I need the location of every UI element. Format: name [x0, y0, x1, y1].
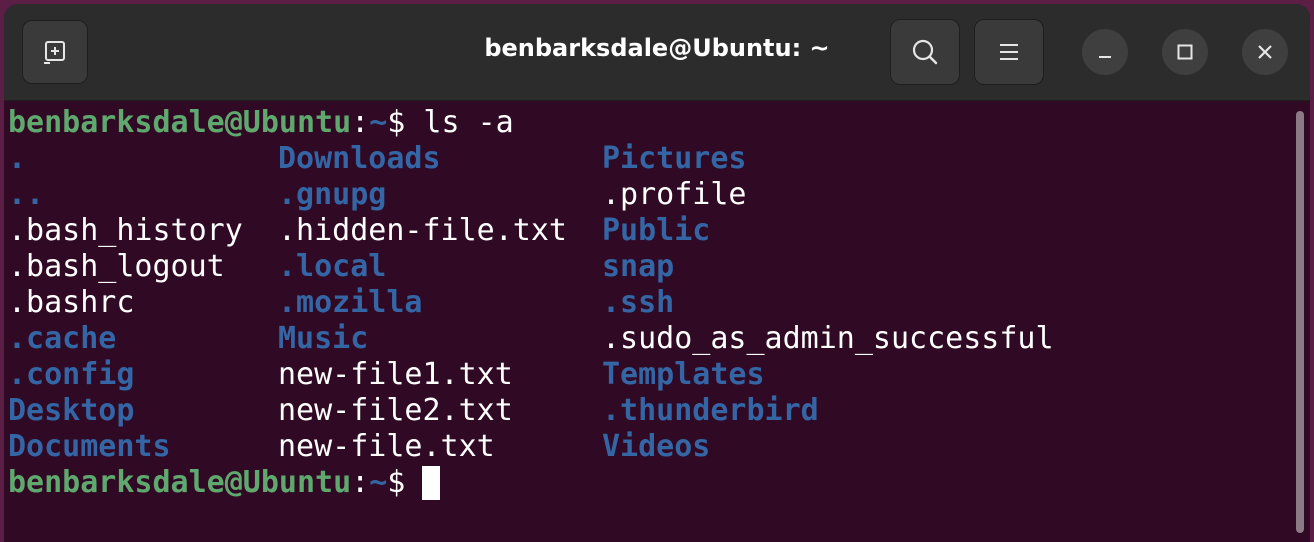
search-icon	[912, 39, 938, 65]
prompt-user-host: benbarksdale@Ubuntu	[8, 465, 352, 500]
maximize-button[interactable]	[1162, 29, 1208, 75]
scrollbar[interactable]	[1296, 111, 1304, 533]
file-entry: new-file.txt	[278, 429, 495, 464]
directory-entry: Music	[278, 321, 369, 356]
command-line: benbarksdale@Ubuntu:~$ ls -a	[8, 105, 514, 141]
directory-entry: Documents	[8, 429, 171, 464]
close-button[interactable]	[1242, 29, 1288, 75]
file-entry: .bashrc	[8, 285, 135, 320]
directory-entry: Videos	[602, 429, 711, 464]
menu-button[interactable]	[974, 19, 1044, 85]
prompt-symbol: $	[387, 465, 424, 500]
prompt-symbol: $	[387, 105, 424, 140]
directory-entry: Desktop	[8, 393, 135, 428]
file-entry: .bash_logout	[8, 249, 225, 284]
directory-entry: .gnupg	[278, 177, 387, 212]
current-prompt-line: benbarksdale@Ubuntu:~$	[8, 465, 423, 501]
title-bar[interactable]: benbarksdale@Ubuntu: ~	[4, 4, 1310, 101]
terminal-window: benbarksdale@Ubuntu: ~ benbarksdale@Ubun…	[4, 4, 1310, 542]
file-entry: .bash_history	[8, 213, 243, 248]
directory-entry: .config	[8, 357, 135, 392]
directory-entry: .cache	[8, 321, 117, 356]
text-cursor	[422, 466, 440, 500]
file-entry: .sudo_as_admin_successful	[602, 321, 1054, 356]
file-entry: .profile	[602, 177, 747, 212]
file-entry: new-file2.txt	[278, 393, 513, 428]
prompt-path: ~	[369, 465, 388, 500]
directory-entry: snap	[602, 249, 675, 284]
directory-entry: Public	[602, 213, 711, 248]
file-entry: new-file1.txt	[278, 357, 513, 392]
directory-entry: Templates	[602, 357, 765, 392]
hamburger-menu-icon	[1000, 44, 1018, 60]
minimize-button[interactable]	[1082, 29, 1128, 75]
file-entry: .hidden-file.txt	[278, 213, 567, 248]
command-text: ls -a	[423, 105, 514, 140]
new-tab-button[interactable]	[22, 20, 88, 84]
terminal-output[interactable]: benbarksdale@Ubuntu:~$ ls -a ... .bash_hi…	[4, 101, 1310, 542]
prompt-path: ~	[369, 105, 388, 140]
close-icon	[1258, 45, 1272, 59]
new-tab-icon	[44, 41, 65, 64]
minimize-icon	[1099, 56, 1111, 58]
directory-entry: .	[8, 141, 27, 176]
prompt-colon: :	[351, 105, 370, 140]
directory-entry: .mozilla	[278, 285, 423, 320]
directory-entry: Downloads	[278, 141, 441, 176]
directory-entry: .local	[278, 249, 387, 284]
directory-entry: .ssh	[602, 285, 675, 320]
maximize-icon	[1177, 44, 1193, 60]
prompt-user-host: benbarksdale@Ubuntu	[8, 105, 352, 140]
search-button[interactable]	[890, 19, 960, 85]
directory-entry: Pictures	[602, 141, 747, 176]
directory-entry: ..	[8, 177, 45, 212]
prompt-colon: :	[351, 465, 370, 500]
directory-entry: .thunderbird	[602, 393, 819, 428]
